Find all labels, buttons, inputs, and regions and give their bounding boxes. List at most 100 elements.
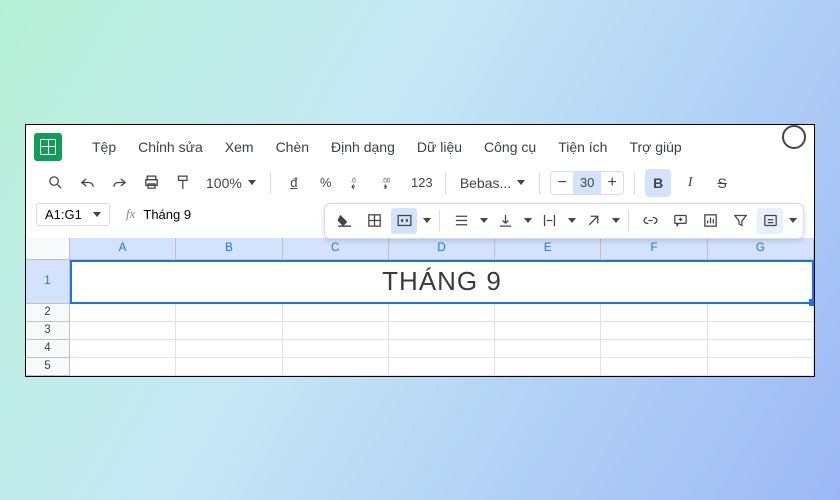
borders-icon[interactable]	[361, 208, 387, 234]
number-format-button[interactable]: 123	[409, 169, 435, 197]
cell[interactable]	[389, 340, 495, 358]
cell[interactable]	[70, 358, 176, 376]
app-window: Tệp Chỉnh sửa Xem Chèn Định dạng Dữ liệu…	[25, 124, 815, 377]
search-icon[interactable]	[42, 169, 68, 197]
merge-cells-icon[interactable]	[391, 208, 417, 234]
column-header[interactable]: C	[283, 238, 389, 260]
increase-decimal-icon[interactable]: .00	[377, 169, 403, 197]
fill-color-icon[interactable]	[331, 208, 357, 234]
chevron-down-icon	[93, 212, 101, 217]
font-size-input[interactable]: 30	[573, 172, 601, 194]
cell[interactable]	[176, 322, 282, 340]
cell[interactable]	[176, 304, 282, 322]
menu-help[interactable]: Trợ giúp	[619, 135, 691, 159]
menu-edit[interactable]: Chỉnh sửa	[128, 135, 213, 159]
chevron-down-icon[interactable]	[612, 218, 620, 223]
increase-font-button[interactable]: +	[601, 172, 623, 194]
column-header[interactable]: A	[70, 238, 176, 260]
zoom-value: 100%	[206, 175, 242, 191]
cell[interactable]	[601, 340, 707, 358]
cell[interactable]	[601, 322, 707, 340]
cell[interactable]	[70, 322, 176, 340]
column-header[interactable]: D	[389, 238, 495, 260]
column-header[interactable]: F	[601, 238, 707, 260]
row-header[interactable]: 4	[26, 340, 70, 358]
zoom-dropdown[interactable]: 100%	[202, 175, 260, 191]
cell[interactable]	[70, 304, 176, 322]
text-rotation-icon[interactable]	[580, 208, 606, 234]
cell[interactable]	[70, 340, 176, 358]
fx-icon: fx	[126, 206, 135, 222]
column-header[interactable]: G	[708, 238, 814, 260]
cell[interactable]	[495, 358, 601, 376]
menu-insert[interactable]: Chèn	[266, 135, 319, 159]
cell[interactable]	[495, 304, 601, 322]
chevron-down-icon[interactable]	[789, 218, 797, 223]
row-header[interactable]: 3	[26, 322, 70, 340]
font-name: Bebas...	[460, 175, 511, 191]
vertical-align-icon[interactable]	[492, 208, 518, 234]
undo-icon[interactable]	[74, 169, 100, 197]
cell[interactable]	[708, 304, 814, 322]
filter-icon[interactable]	[727, 208, 753, 234]
sheets-logo-icon[interactable]	[34, 133, 62, 161]
name-box[interactable]: A1:G1	[36, 203, 110, 226]
paint-format-icon[interactable]	[170, 169, 196, 197]
chevron-down-icon[interactable]	[568, 218, 576, 223]
decrease-decimal-icon[interactable]: .0	[345, 169, 371, 197]
cell[interactable]	[601, 358, 707, 376]
merged-cell-a1-g1[interactable]: THÁNG 9	[70, 260, 814, 304]
cell[interactable]	[283, 304, 389, 322]
chevron-down-icon[interactable]	[524, 218, 532, 223]
redo-icon[interactable]	[106, 169, 132, 197]
cell[interactable]	[176, 358, 282, 376]
cell[interactable]	[708, 358, 814, 376]
overflow-toolbar	[324, 203, 804, 239]
select-all-corner[interactable]	[26, 238, 70, 260]
cell[interactable]	[176, 340, 282, 358]
chevron-down-icon[interactable]	[480, 218, 488, 223]
decrease-font-button[interactable]: −	[551, 172, 573, 194]
cell[interactable]	[283, 322, 389, 340]
column-header[interactable]: E	[495, 238, 601, 260]
row-header[interactable]: 2	[26, 304, 70, 322]
font-dropdown[interactable]: Bebas...	[456, 175, 529, 191]
text-wrap-icon[interactable]	[536, 208, 562, 234]
cell[interactable]	[283, 358, 389, 376]
strikethrough-button[interactable]: S	[709, 169, 735, 197]
cell[interactable]	[708, 340, 814, 358]
formula-bar-input[interactable]: Tháng 9	[143, 207, 191, 222]
chevron-down-icon[interactable]	[423, 218, 431, 223]
cell[interactable]	[708, 322, 814, 340]
menu-format[interactable]: Định dạng	[321, 135, 405, 159]
menu-extensions[interactable]: Tiện ích	[548, 135, 617, 159]
italic-button[interactable]: I	[677, 169, 703, 197]
horizontal-align-icon[interactable]	[448, 208, 474, 234]
menu-file[interactable]: Tệp	[82, 135, 126, 159]
toolbar: 100% đ % .0 .00 123 Bebas... − 30 + B I …	[26, 165, 814, 203]
currency-button[interactable]: đ	[281, 169, 307, 197]
cell[interactable]	[389, 322, 495, 340]
row-header[interactable]: 5	[26, 358, 70, 376]
cell[interactable]	[389, 358, 495, 376]
percent-button[interactable]: %	[313, 169, 339, 197]
functions-icon[interactable]	[757, 208, 783, 234]
menu-view[interactable]: Xem	[215, 135, 264, 159]
link-icon[interactable]	[637, 208, 663, 234]
print-icon[interactable]	[138, 169, 164, 197]
comment-icon[interactable]	[667, 208, 693, 234]
cell[interactable]	[389, 304, 495, 322]
activity-clock-icon[interactable]	[782, 125, 806, 149]
cell[interactable]	[601, 304, 707, 322]
column-header[interactable]: B	[176, 238, 282, 260]
menu-tools[interactable]: Công cụ	[474, 135, 546, 159]
font-size-stepper: − 30 +	[550, 171, 624, 195]
cell[interactable]	[283, 340, 389, 358]
chart-icon[interactable]	[697, 208, 723, 234]
cell[interactable]	[495, 322, 601, 340]
menu-data[interactable]: Dữ liệu	[407, 135, 472, 159]
cell[interactable]	[495, 340, 601, 358]
svg-text:.00: .00	[382, 179, 391, 185]
bold-button[interactable]: B	[645, 169, 671, 197]
row-header[interactable]: 1	[26, 260, 70, 304]
